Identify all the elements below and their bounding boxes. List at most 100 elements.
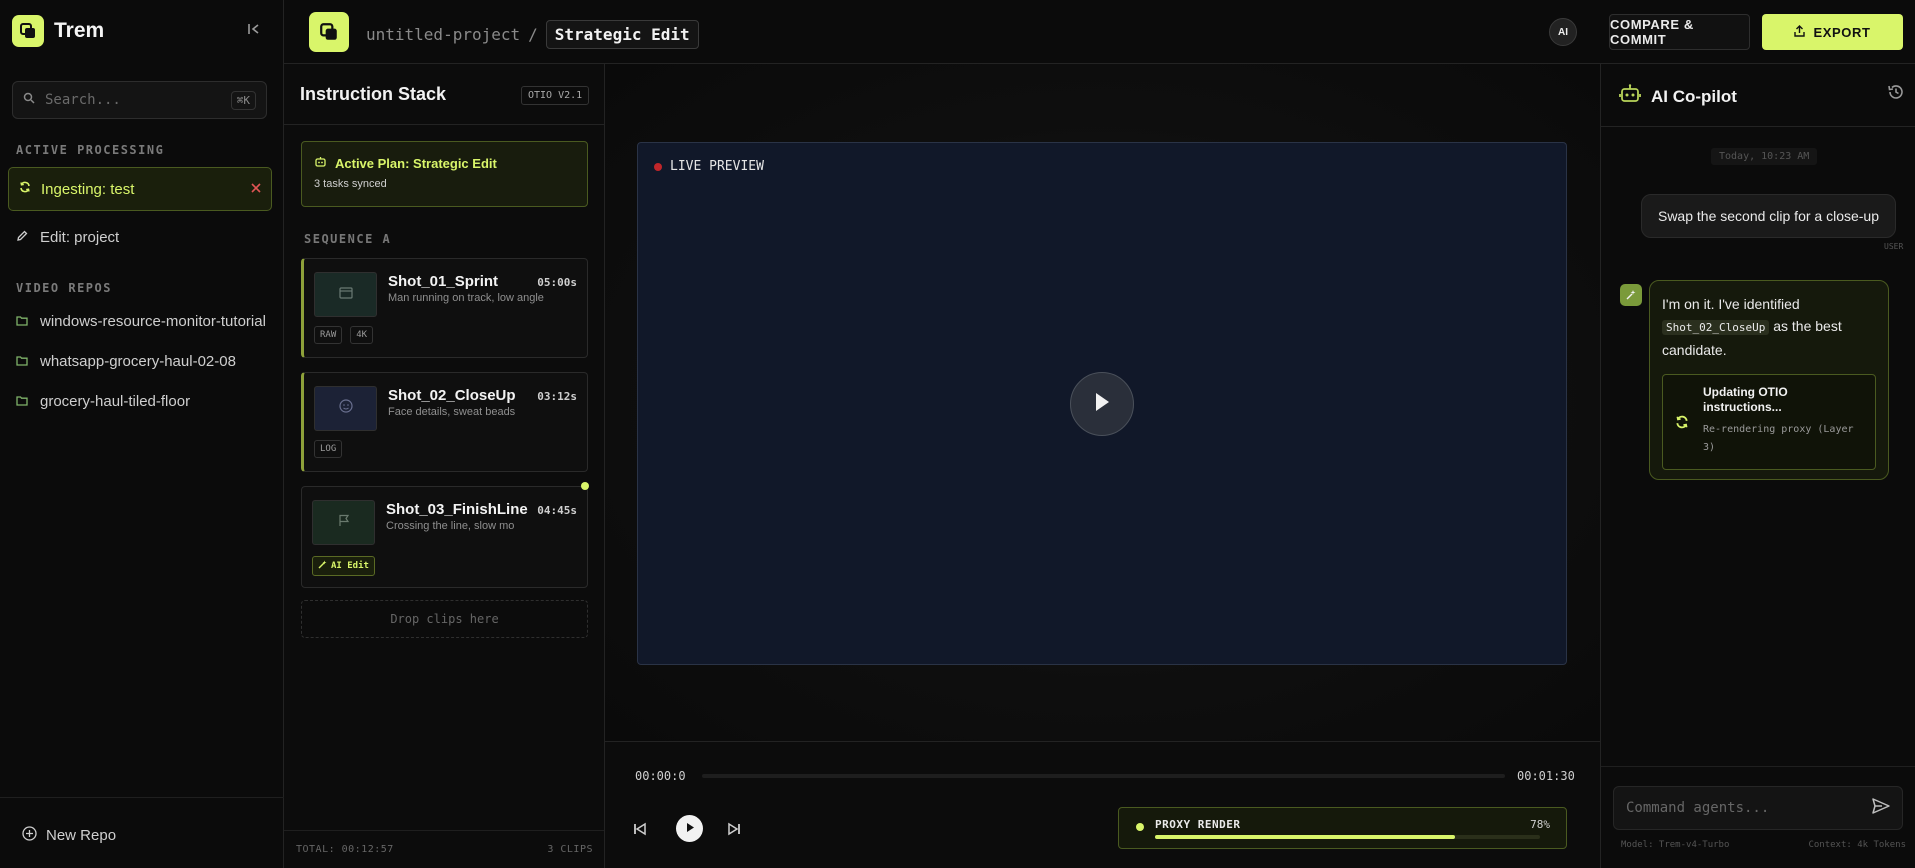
clip-tag: 4K xyxy=(350,326,374,344)
timeline-controls: 00:00:0 00:01:30 PROXY RENDER 78% xyxy=(605,741,1600,868)
sync-icon xyxy=(1675,413,1689,435)
proxy-label: PROXY RENDER xyxy=(1155,818,1241,831)
flag-icon xyxy=(338,514,350,532)
video-repos-label: VIDEO REPOS xyxy=(16,281,112,295)
scrubber[interactable] xyxy=(702,774,1505,778)
clip-name: Shot_03_FinishLine xyxy=(386,501,528,518)
bot-message-text: I'm on it. I've identified xyxy=(1662,296,1800,312)
timecode-end: 00:01:30 xyxy=(1517,769,1575,783)
new-repo-button[interactable]: New Repo xyxy=(22,826,116,845)
plan-subtitle: 3 tasks synced xyxy=(314,178,387,190)
ai-edit-label: AI Edit xyxy=(331,561,369,571)
model-info: Model: Trem-v4-Turbo xyxy=(1621,840,1730,850)
search-input[interactable] xyxy=(45,92,231,108)
play-button[interactable] xyxy=(1070,372,1134,436)
close-icon[interactable] xyxy=(251,180,261,198)
command-input[interactable] xyxy=(1626,800,1872,816)
skip-forward-icon[interactable] xyxy=(726,821,742,837)
top-bar: untitled-project / Strategic Edit AI COM… xyxy=(284,0,1915,64)
active-plan-card[interactable]: Active Plan: Strategic Edit 3 tasks sync… xyxy=(301,141,588,207)
clip-duration: 05:00s xyxy=(537,276,577,289)
timecode-start: 00:00:0 xyxy=(635,769,686,783)
sidebar-item-repo[interactable]: windows-resource-monitor-tutorial xyxy=(16,313,266,330)
clip-card[interactable]: Shot_01_Sprint Man running on track, low… xyxy=(301,258,588,358)
sidebar-item-label: Edit: project xyxy=(40,229,120,246)
search-icon xyxy=(23,91,35,109)
clip-thumbnail xyxy=(312,500,375,545)
folder-icon xyxy=(16,393,28,410)
compare-commit-button[interactable]: COMPARE & COMMIT xyxy=(1609,14,1750,50)
input-divider xyxy=(1601,766,1915,767)
sidebar-divider xyxy=(0,797,284,798)
history-icon[interactable] xyxy=(1886,82,1906,107)
face-icon xyxy=(338,399,353,418)
sequence-label: SEQUENCE A xyxy=(304,232,392,246)
sidebar-item-label: whatsapp-grocery-haul-02-08 xyxy=(40,353,236,370)
logo-icon xyxy=(12,15,44,47)
live-preview-frame[interactable]: LIVE PREVIEW xyxy=(637,142,1567,665)
user-message: Swap the second clip for a close-up xyxy=(1641,194,1896,238)
processing-item-label: Ingesting: test xyxy=(41,180,135,198)
command-box[interactable] xyxy=(1613,786,1903,830)
project-logo-icon[interactable] xyxy=(309,12,349,52)
active-clip-indicator xyxy=(581,482,589,490)
clip-count: 3 CLIPS xyxy=(547,844,593,855)
copilot-footer: Model: Trem-v4-Turbo Context: 4k Tokens xyxy=(1621,840,1906,850)
sidebar-item-repo[interactable]: grocery-haul-tiled-floor xyxy=(16,393,266,410)
proxy-percent: 78% xyxy=(1530,818,1550,831)
total-duration: TOTAL: 00:12:57 xyxy=(296,844,394,855)
task-subtitle: Re-rendering proxy (Layer 3) xyxy=(1703,424,1854,453)
app-root: Trem ⌘K ACTIVE PROCESSING Ingesting: tes… xyxy=(0,0,1915,868)
skip-back-icon[interactable] xyxy=(632,821,648,837)
context-info: Context: 4k Tokens xyxy=(1808,840,1906,850)
drop-zone[interactable]: Drop clips here xyxy=(301,600,588,638)
play-small-button[interactable] xyxy=(676,815,703,842)
brand[interactable]: Trem xyxy=(12,15,104,47)
robot-icon xyxy=(314,156,327,171)
processing-item[interactable]: Ingesting: test xyxy=(8,167,272,211)
copilot-header: AI Co-pilot xyxy=(1619,84,1737,109)
ai-badge[interactable]: AI xyxy=(1549,18,1577,46)
upload-icon xyxy=(1794,24,1806,40)
ai-edit-tag: AI Edit xyxy=(312,556,375,576)
panel-divider xyxy=(284,124,604,125)
footer-divider xyxy=(284,830,604,831)
proxy-render-status: PROXY RENDER 78% xyxy=(1118,807,1567,849)
copilot-divider xyxy=(1601,126,1915,127)
clip-card[interactable]: Shot_02_CloseUp Face details, sweat bead… xyxy=(301,372,588,472)
clip-name: Shot_02_CloseUp xyxy=(388,387,516,404)
bot-message: I'm on it. I've identified Shot_02_Close… xyxy=(1649,280,1889,480)
folder-icon xyxy=(16,313,28,330)
send-icon[interactable] xyxy=(1872,797,1890,819)
export-button[interactable]: EXPORT xyxy=(1762,14,1903,50)
search-shortcut: ⌘K xyxy=(230,90,256,110)
breadcrumb-project[interactable]: untitled-project xyxy=(366,25,520,44)
live-label: LIVE PREVIEW xyxy=(670,159,764,174)
instruction-stack-panel: Instruction Stack OTIO V2.1 Active Plan:… xyxy=(284,64,605,868)
preview-area: LIVE PREVIEW xyxy=(605,64,1600,741)
clip-tag: RAW xyxy=(314,326,343,344)
export-label: EXPORT xyxy=(1813,24,1871,40)
user-tag: USER xyxy=(1884,242,1904,251)
magic-wand-icon xyxy=(318,560,327,572)
proxy-progress-fill xyxy=(1155,835,1456,839)
sidebar-item-label: windows-resource-monitor-tutorial xyxy=(40,313,266,330)
search-box[interactable]: ⌘K xyxy=(12,81,267,119)
collapse-sidebar-icon[interactable] xyxy=(247,22,261,36)
clip-card[interactable]: Shot_03_FinishLine Crossing the line, sl… xyxy=(301,486,588,588)
sidebar-item-edit[interactable]: Edit: project xyxy=(16,229,266,246)
copilot-panel: AI Co-pilot Today, 10:23 AM Swap the sec… xyxy=(1600,64,1915,868)
status-dot-icon xyxy=(1136,823,1144,831)
clip-description: Crossing the line, slow mo xyxy=(386,520,515,532)
clip-duration: 04:45s xyxy=(537,504,577,517)
breadcrumb-separator: / xyxy=(528,25,538,44)
breadcrumb-current[interactable]: Strategic Edit xyxy=(545,20,699,49)
plus-circle-icon xyxy=(22,826,37,845)
sidebar-item-repo[interactable]: whatsapp-grocery-haul-02-08 xyxy=(16,353,266,370)
stack-footer: TOTAL: 00:12:57 3 CLIPS xyxy=(296,844,593,855)
record-dot-icon xyxy=(654,162,662,171)
play-icon xyxy=(1092,391,1112,418)
film-icon xyxy=(338,286,353,304)
brand-name: Trem xyxy=(54,19,105,42)
clip-thumbnail xyxy=(314,386,377,431)
